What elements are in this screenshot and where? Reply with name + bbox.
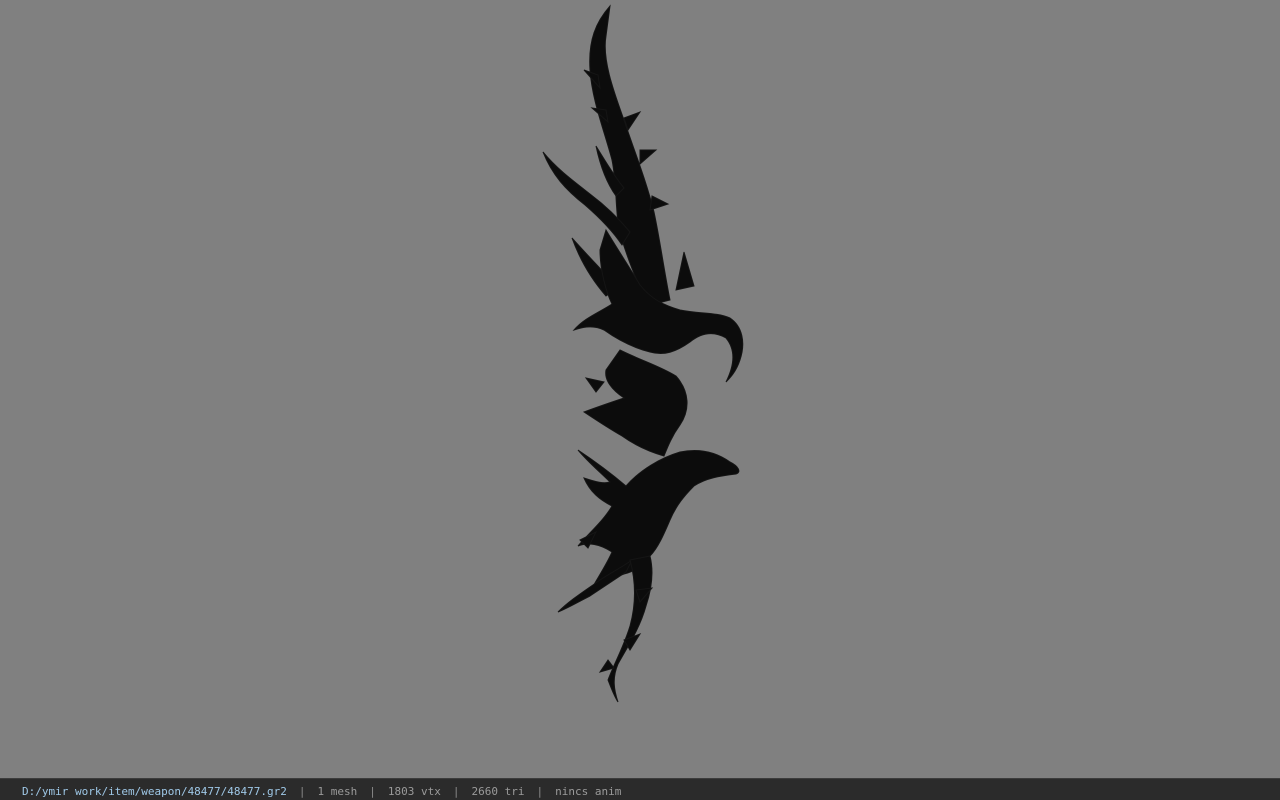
model-viewport[interactable]: [0, 0, 1280, 778]
mesh-count: 1 mesh: [317, 785, 358, 798]
model-spike: [584, 377, 605, 393]
model-wingtip: [557, 559, 633, 613]
weapon-model[interactable]: [0, 0, 1280, 778]
model-spike: [649, 195, 670, 211]
vertex-count: 1803 vtx: [387, 785, 441, 798]
triangle-count: 2660 tri: [471, 785, 525, 798]
model-spike: [639, 149, 658, 166]
model-center: [582, 349, 688, 457]
model-lower-body: [577, 449, 740, 594]
file-path: D:/ymir work/item/weapon/48477/48477.gr2: [22, 785, 287, 798]
model-spike: [675, 251, 695, 291]
status-bar: D:/ymir work/item/weapon/48477/48477.gr2…: [0, 778, 1280, 800]
status-separator: |: [452, 785, 460, 798]
status-separator: |: [536, 785, 544, 798]
animation-status: nincs anim: [555, 785, 622, 798]
status-separator: |: [369, 785, 376, 798]
status-separator: |: [298, 785, 306, 798]
